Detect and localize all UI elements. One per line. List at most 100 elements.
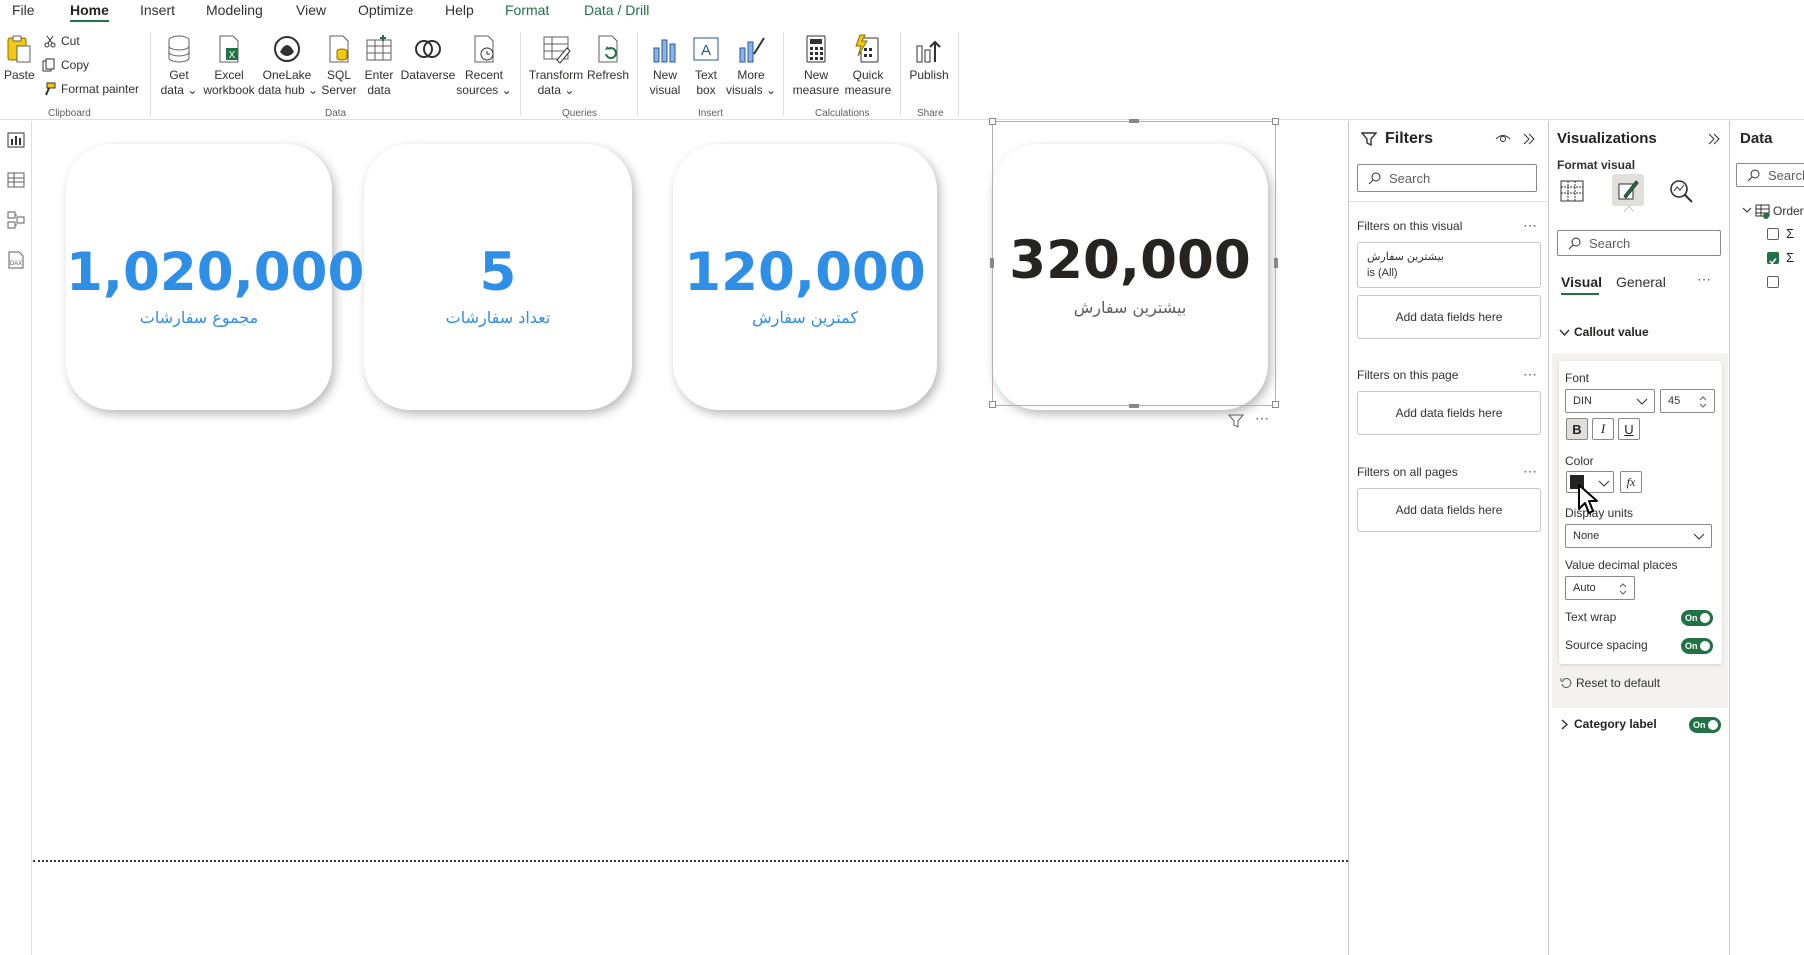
- copy-button[interactable]: Copy: [42, 58, 89, 72]
- recent-sources-button[interactable]: Recent sources ⌄: [456, 34, 512, 98]
- conditional-format-button[interactable]: fx: [1620, 471, 1642, 493]
- more-options-icon[interactable]: ⋯: [1523, 463, 1538, 480]
- sql-server-button[interactable]: SQL Server: [320, 34, 358, 98]
- resize-handle[interactable]: [1129, 404, 1139, 408]
- decimal-places-stepper[interactable]: Auto: [1565, 576, 1635, 600]
- reset-to-default-link[interactable]: Reset to default: [1576, 676, 1660, 690]
- model-view-icon[interactable]: [5, 209, 27, 231]
- data-search-input[interactable]: Search: [1736, 163, 1804, 187]
- menu-tab-file[interactable]: File: [12, 2, 35, 18]
- paste-button[interactable]: Paste: [4, 34, 35, 83]
- underline-button[interactable]: U: [1618, 418, 1640, 440]
- orders-table-label[interactable]: Orders: [1773, 204, 1804, 218]
- add-fields-all-pages-well[interactable]: Add data fields here: [1357, 488, 1541, 532]
- menu-tab-optimize[interactable]: Optimize: [358, 2, 413, 18]
- field-checkbox-checked[interactable]: [1767, 252, 1779, 265]
- transform-data-icon: [543, 36, 571, 64]
- excel-workbook-button[interactable]: X Excel workbook: [201, 34, 257, 98]
- dax-query-view-icon[interactable]: DAX: [5, 249, 27, 271]
- more-options-icon[interactable]: ⋯: [1523, 217, 1538, 234]
- visual-filter-card[interactable]: بیشترین سفارش is (All): [1357, 242, 1541, 288]
- text-box-button[interactable]: A Text box: [686, 34, 726, 98]
- italic-button[interactable]: I: [1592, 418, 1614, 440]
- field-checkbox[interactable]: [1767, 228, 1779, 240]
- text-wrap-toggle[interactable]: On: [1681, 610, 1713, 626]
- menu-tab-modeling[interactable]: Modeling: [206, 2, 263, 18]
- field-checkbox[interactable]: [1767, 276, 1779, 288]
- eye-icon[interactable]: [1495, 132, 1511, 146]
- report-view-icon[interactable]: [5, 129, 27, 151]
- quick-measure-button[interactable]: Quick measure: [842, 34, 894, 98]
- filters-pane: Filters Search Filters on this visual ⋯ …: [1348, 121, 1549, 955]
- add-fields-page-well[interactable]: Add data fields here: [1357, 391, 1541, 435]
- more-options-icon[interactable]: ⋯: [1255, 410, 1269, 427]
- analytics-icon[interactable]: [1668, 178, 1694, 204]
- table-grid-icon: [366, 35, 392, 61]
- resize-handle[interactable]: [1274, 258, 1278, 268]
- new-measure-button[interactable]: New measure: [791, 34, 841, 98]
- filters-search-input[interactable]: Search: [1357, 164, 1537, 192]
- group-label-clipboard: Clipboard: [48, 108, 91, 119]
- dataverse-icon: [415, 40, 441, 58]
- cut-button[interactable]: Cut: [44, 34, 80, 48]
- resize-handle[interactable]: [1272, 401, 1279, 408]
- get-data-button[interactable]: Get data ⌄: [158, 34, 200, 98]
- format-painter-button[interactable]: Format painter: [42, 82, 139, 96]
- filter-field-state: is (All): [1367, 267, 1398, 279]
- svg-text:A: A: [701, 42, 711, 59]
- card-visual[interactable]: 120,000 کمترین سفارش: [673, 144, 937, 410]
- format-visual-tab[interactable]: [1612, 174, 1644, 206]
- card-visual[interactable]: 1,020,000 مجموع سفارشات: [66, 144, 364, 410]
- more-visuals-button[interactable]: More visuals ⌄: [726, 34, 776, 98]
- menu-tab-view[interactable]: View: [296, 2, 326, 18]
- viz-search-placeholder: Search: [1589, 235, 1631, 251]
- font-size-stepper[interactable]: 45: [1660, 389, 1715, 413]
- collapse-pane-icon[interactable]: [1522, 132, 1536, 146]
- refresh-button[interactable]: Refresh: [586, 34, 630, 83]
- more-options-icon[interactable]: ⋯: [1697, 271, 1712, 288]
- new-visual-button[interactable]: New visual: [645, 34, 685, 98]
- viz-search-input[interactable]: Search: [1557, 230, 1721, 256]
- ribbon: Paste Cut Copy Format painter Clipboard …: [0, 24, 1804, 120]
- onelake-icon: [274, 36, 300, 62]
- text-wrap-label: Text wrap: [1565, 610, 1617, 624]
- visual-filter-icon[interactable]: [1228, 413, 1244, 429]
- paste-label: Paste: [4, 68, 35, 82]
- add-fields-visual-well[interactable]: Add data fields here: [1357, 295, 1541, 339]
- tab-visual[interactable]: Visual: [1561, 274, 1602, 290]
- dataverse-button[interactable]: Dataverse: [400, 34, 456, 83]
- callout-value-section[interactable]: Callout value: [1574, 325, 1649, 339]
- onelake-data-hub-button[interactable]: OneLake data hub ⌄: [258, 34, 318, 98]
- chevron-down-icon[interactable]: [1742, 205, 1752, 215]
- menu-tab-insert[interactable]: Insert: [140, 2, 175, 18]
- build-visual-icon[interactable]: [1559, 178, 1585, 204]
- publish-button[interactable]: Publish: [906, 34, 952, 83]
- collapse-pane-icon[interactable]: [1707, 132, 1721, 146]
- chevron-down-icon[interactable]: [1559, 327, 1570, 338]
- stepper-arrows-icon: [1699, 396, 1707, 408]
- resize-handle[interactable]: [990, 258, 994, 268]
- resize-handle[interactable]: [989, 118, 996, 125]
- enter-data-button[interactable]: Enter data: [360, 34, 398, 98]
- category-label-section[interactable]: Category label: [1574, 717, 1657, 731]
- card-visual[interactable]: 5 تعداد سفارشات: [364, 144, 632, 410]
- source-spacing-toggle[interactable]: On: [1681, 638, 1713, 654]
- source-spacing-label: Source spacing: [1565, 638, 1648, 652]
- resize-handle[interactable]: [1272, 118, 1279, 125]
- display-units-dropdown[interactable]: None: [1565, 524, 1712, 548]
- menu-tab-format[interactable]: Format: [505, 2, 549, 18]
- chevron-right-icon[interactable]: [1559, 719, 1570, 730]
- menu-tab-data-drill[interactable]: Data / Drill: [584, 2, 649, 18]
- resize-handle[interactable]: [1129, 119, 1139, 123]
- format-painter-label: Format painter: [61, 82, 140, 96]
- category-label-toggle[interactable]: On: [1689, 717, 1721, 733]
- transform-data-button[interactable]: Transform data ⌄: [528, 34, 584, 98]
- bold-button[interactable]: B: [1566, 418, 1588, 440]
- more-options-icon[interactable]: ⋯: [1523, 366, 1538, 383]
- table-view-icon[interactable]: [5, 169, 27, 191]
- menu-tab-home[interactable]: Home: [70, 2, 109, 22]
- tab-general[interactable]: General: [1616, 274, 1666, 290]
- resize-handle[interactable]: [989, 401, 996, 408]
- font-family-dropdown[interactable]: DIN: [1565, 389, 1655, 413]
- menu-tab-help[interactable]: Help: [445, 2, 474, 18]
